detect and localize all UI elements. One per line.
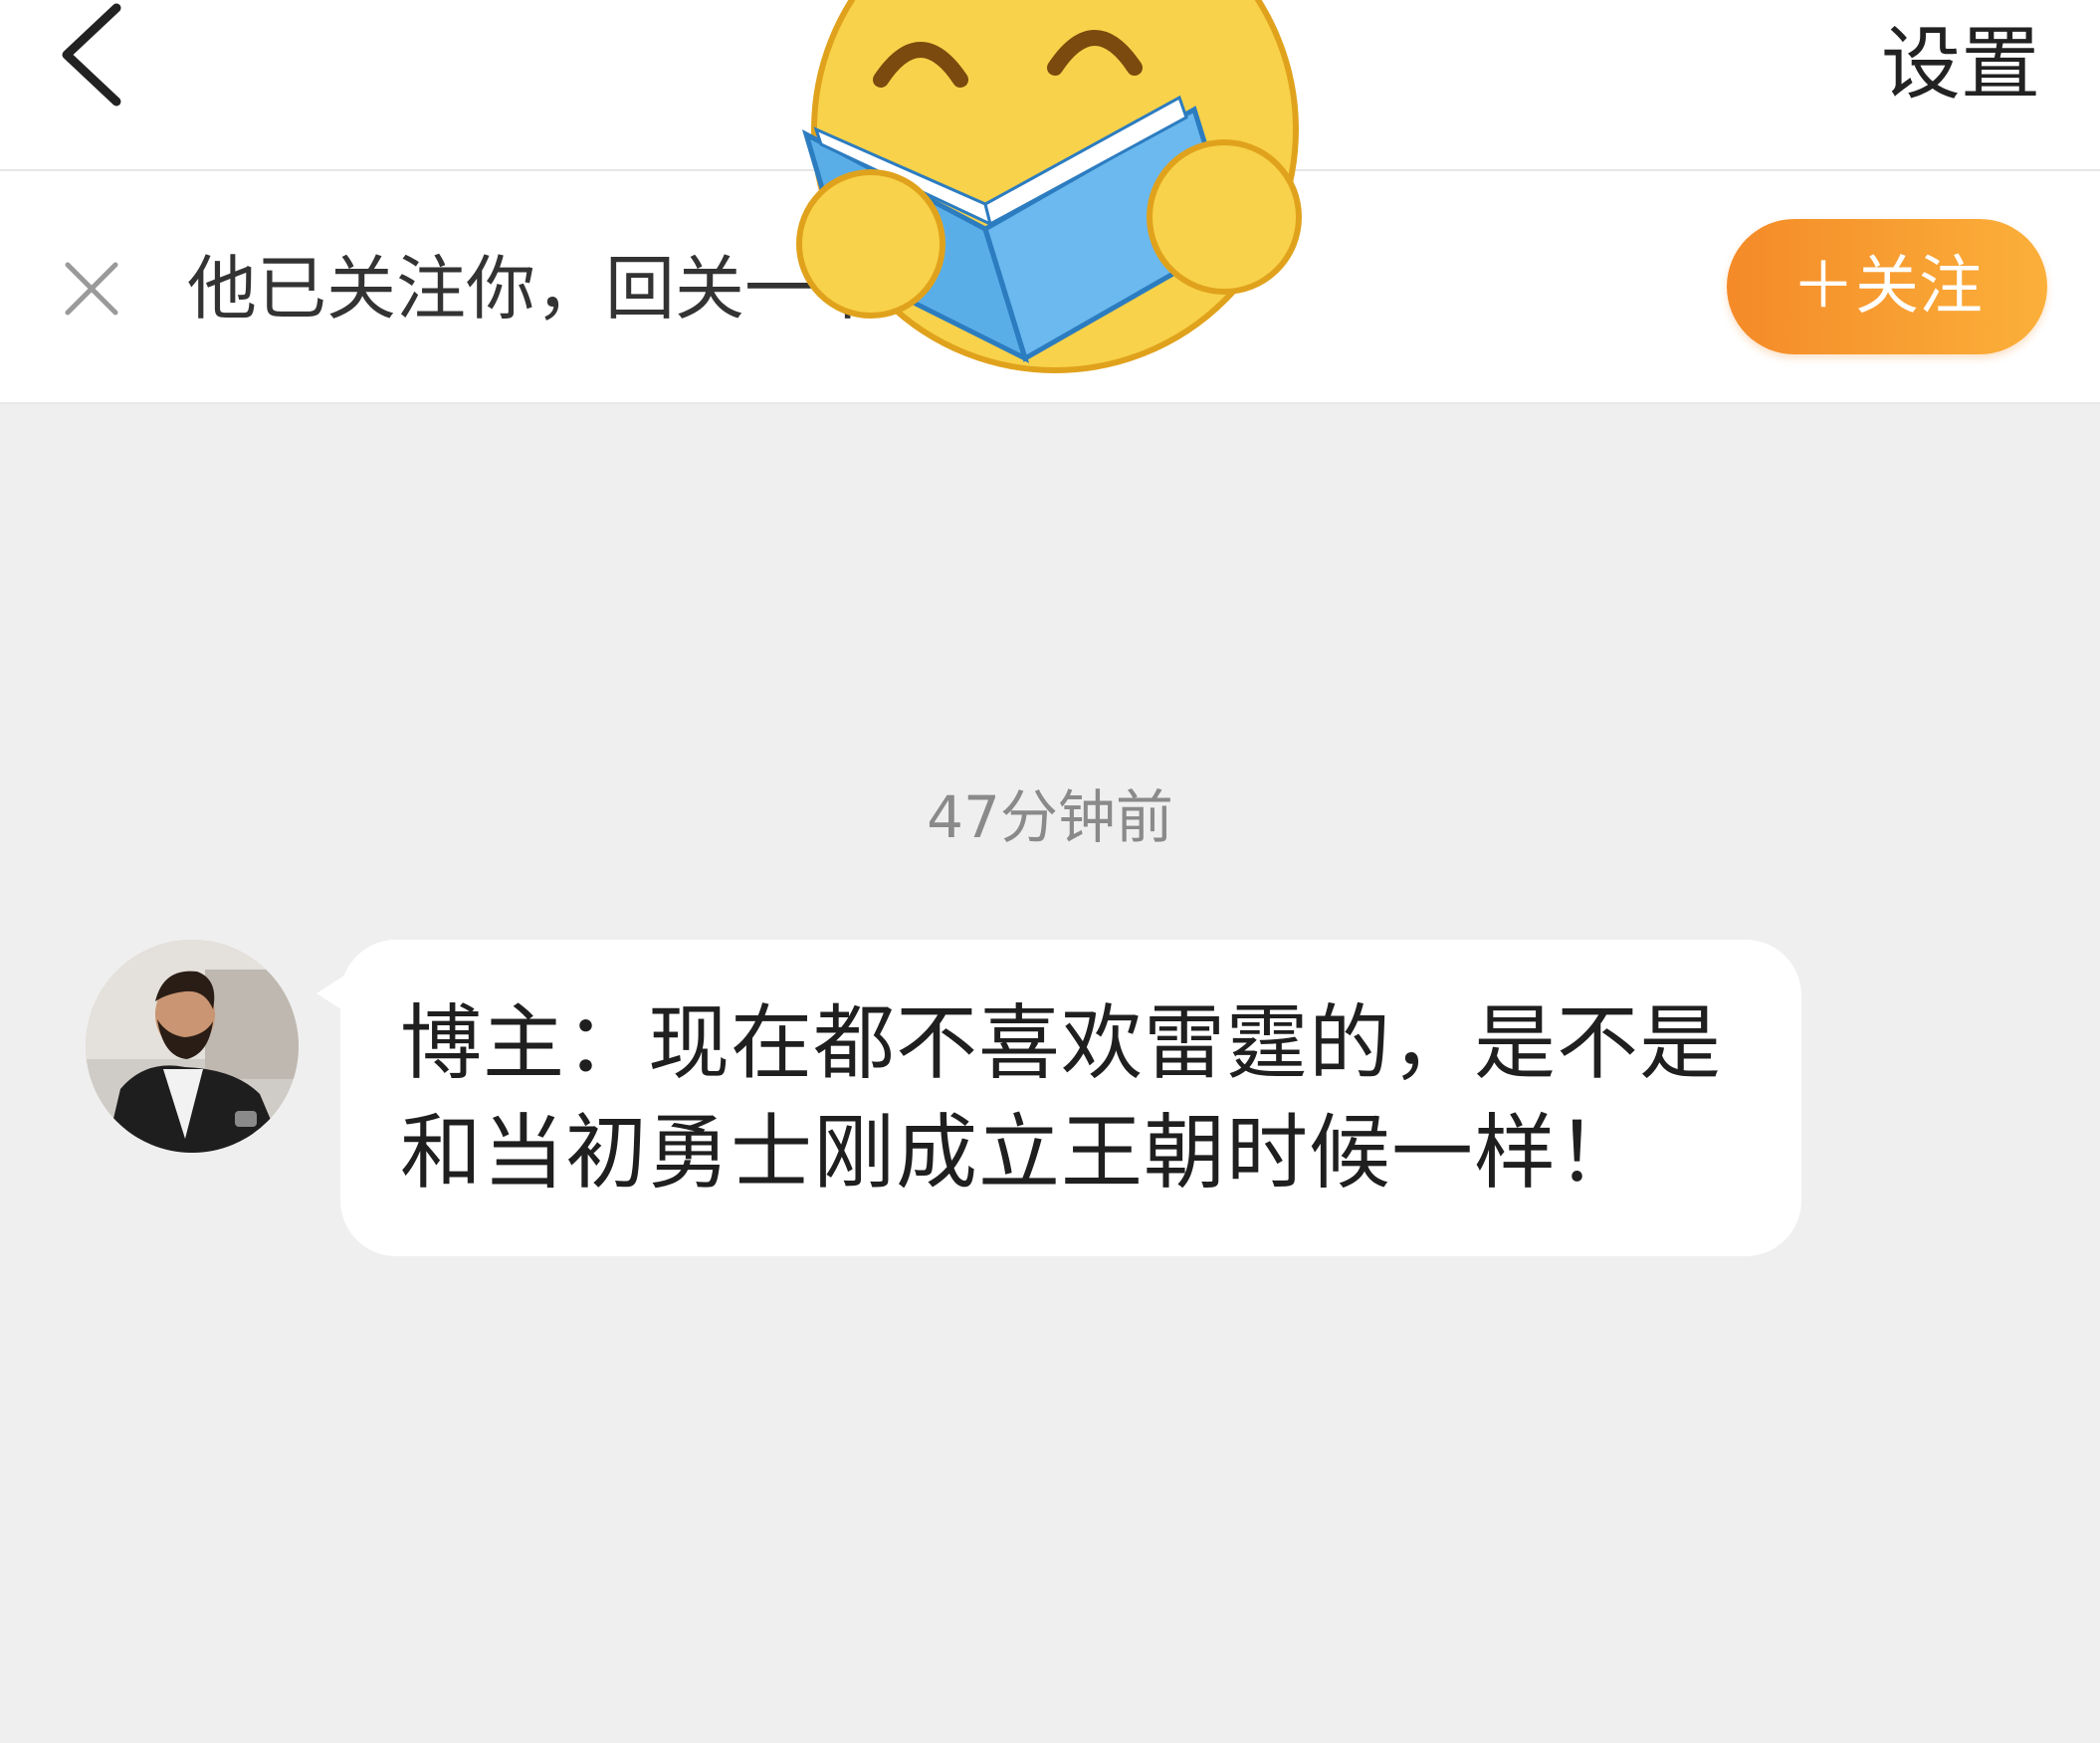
emoji-reading-book-sticker: [786, 0, 1314, 388]
close-banner-button[interactable]: [62, 259, 121, 319]
avatar-photo: [86, 940, 299, 1153]
chevron-left-icon: [62, 3, 121, 107]
sender-avatar[interactable]: [86, 940, 299, 1153]
message-bubble[interactable]: 博主：现在都不喜欢雷霆的，是不是和当初勇士刚成立王朝时候一样！: [316, 940, 1801, 1256]
message-timestamp: 47分钟前: [927, 783, 1173, 851]
back-button[interactable]: [55, 0, 144, 109]
settings-button[interactable]: 设置: [1881, 10, 2040, 119]
follow-button[interactable]: ＋关注: [1727, 219, 2047, 354]
bubble-tail: [316, 972, 350, 1015]
chat-screen: 设置 他已关注你，回关一下吧 ＋关注 47分钟前 博主：现在都不喜欢雷霆的，是不…: [0, 0, 2100, 1743]
chat-area[interactable]: 47分钟前 博主：现在都不喜欢雷霆的，是不是和当初勇士刚成立王朝时候一样！: [0, 404, 2100, 1743]
message-text: 博主：现在都不喜欢雷霆的，是不是和当初勇士刚成立王朝时候一样！: [400, 996, 1723, 1200]
close-icon: [65, 262, 118, 316]
